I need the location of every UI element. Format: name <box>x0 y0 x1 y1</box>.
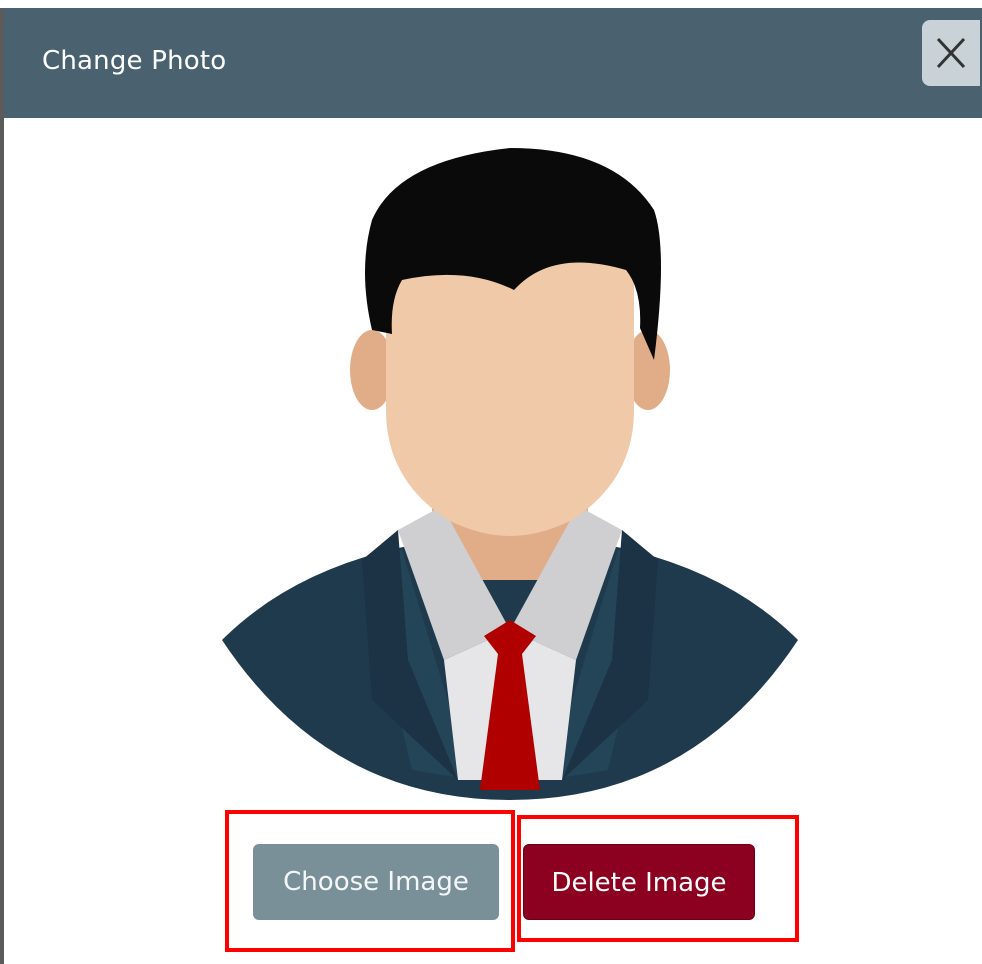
choose-image-button[interactable]: Choose Image <box>253 844 499 920</box>
dialog-title: Change Photo <box>42 46 227 76</box>
user-avatar-icon <box>222 148 798 800</box>
dialog-header: Change Photo <box>4 8 982 118</box>
delete-image-button[interactable]: Delete Image <box>523 844 755 920</box>
top-strip <box>0 0 982 8</box>
close-icon <box>936 37 966 69</box>
close-button[interactable] <box>922 20 980 86</box>
user-avatar-image <box>222 140 798 800</box>
